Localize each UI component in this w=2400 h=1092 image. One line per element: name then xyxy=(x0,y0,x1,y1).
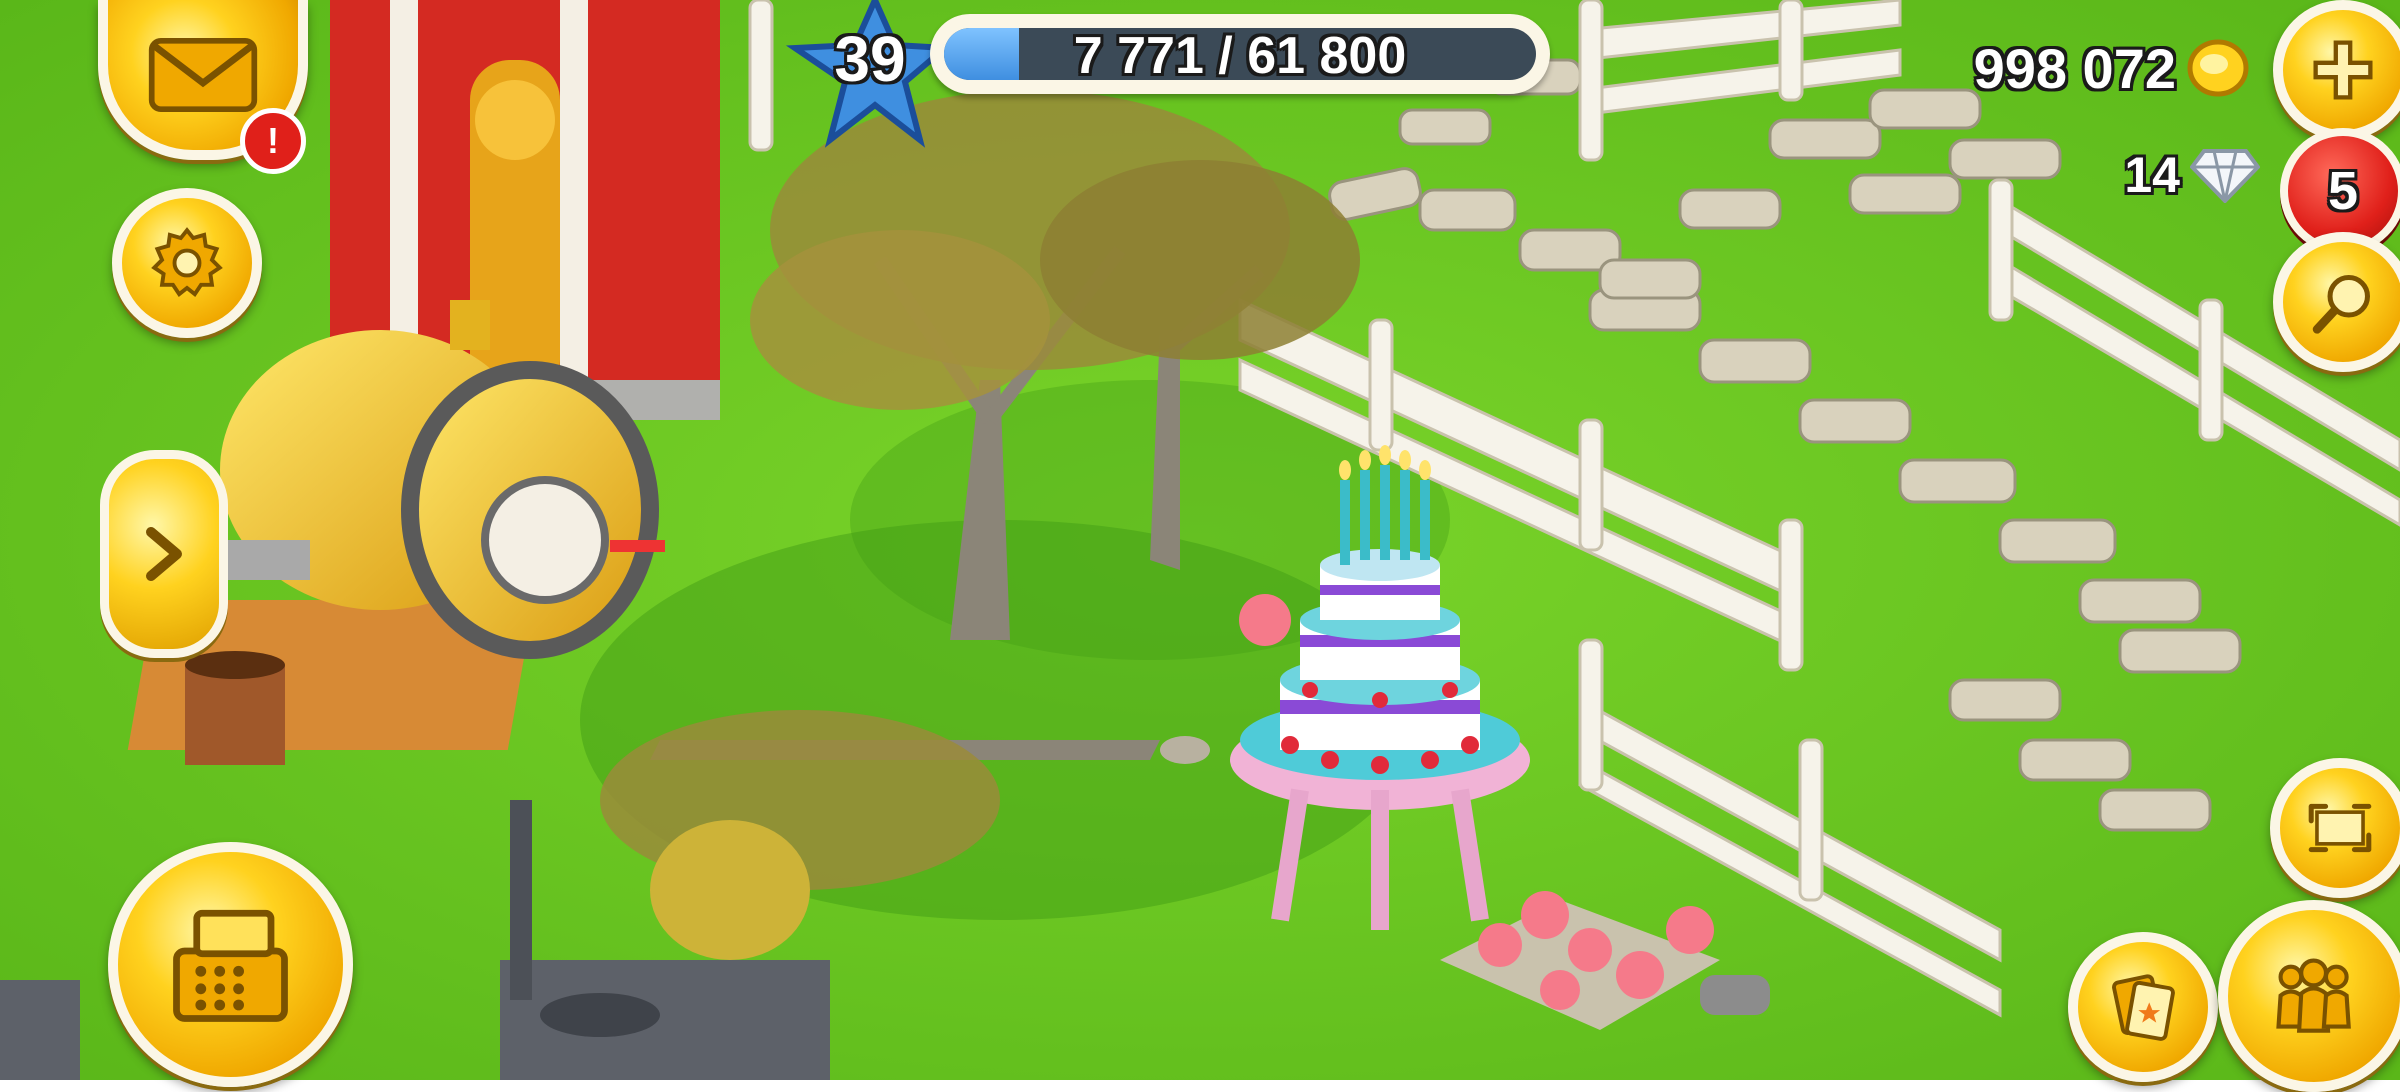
magnifier-icon xyxy=(2312,275,2370,334)
friends-icon xyxy=(2276,958,2352,1034)
settings-button[interactable] xyxy=(112,188,262,338)
coin-counter: 998 072 xyxy=(1930,28,2250,108)
search-button[interactable] xyxy=(2273,232,2400,372)
notification-badge-text: ! xyxy=(267,120,279,161)
expand-menu-button[interactable] xyxy=(100,450,228,658)
chevron-right-icon xyxy=(146,527,182,581)
cash-register-icon xyxy=(173,909,288,1022)
level-number: 39 xyxy=(834,23,906,95)
mail-icon xyxy=(148,37,258,113)
xp-text: 7 771 / 61 800 xyxy=(1073,27,1407,85)
cart-count: 5 xyxy=(2327,161,2359,221)
level-badge: 39 xyxy=(785,0,950,150)
friends-button[interactable] xyxy=(2218,900,2400,1092)
cards-button[interactable] xyxy=(2068,932,2218,1082)
gear-icon xyxy=(151,227,223,298)
add-coins-button[interactable] xyxy=(2273,0,2400,140)
diamond-amount: 14 xyxy=(2124,147,2180,203)
diamond-counter: 14 xyxy=(2090,140,2260,210)
cards-icon xyxy=(2112,974,2175,1041)
coin-amount: 998 072 xyxy=(1973,36,2176,100)
xp-bar: 7 771 / 61 800 xyxy=(930,14,1550,94)
expand-arrows-icon xyxy=(2308,803,2372,853)
plus-icon xyxy=(2313,40,2373,100)
farm-scene xyxy=(0,0,2400,1080)
edit-mode-button[interactable] xyxy=(2270,758,2400,898)
coin-icon xyxy=(2187,39,2249,97)
notification-badge: ! xyxy=(240,108,306,174)
diamond-icon xyxy=(2190,149,2260,203)
shop-button[interactable] xyxy=(108,842,353,1087)
